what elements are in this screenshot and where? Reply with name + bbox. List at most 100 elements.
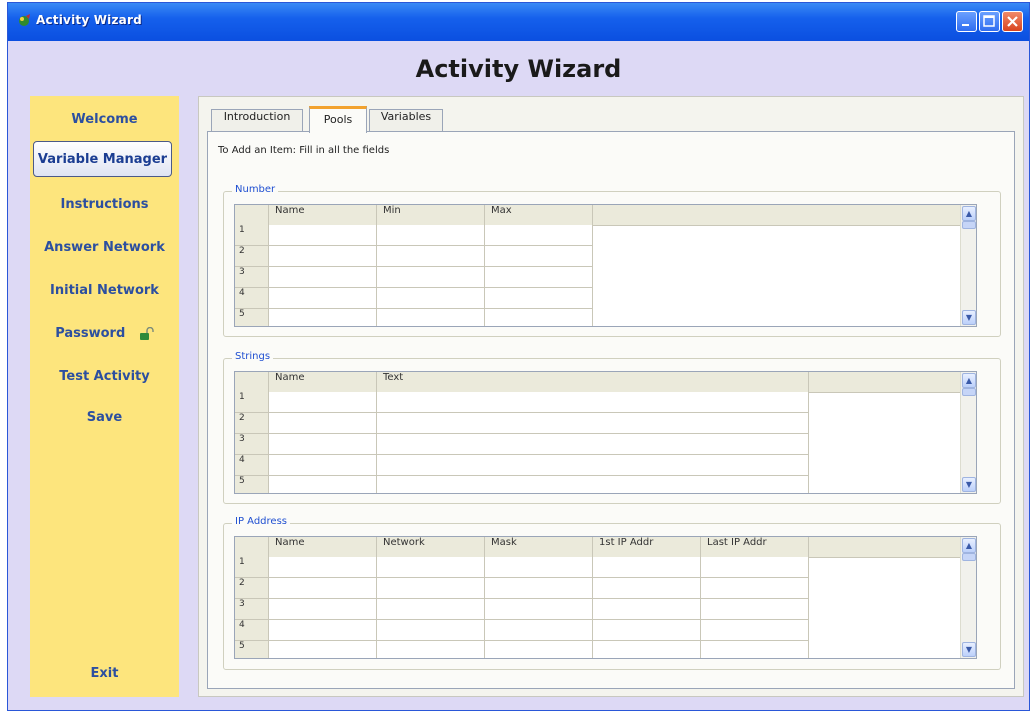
table-cell[interactable]	[485, 620, 593, 641]
table-cell[interactable]	[377, 455, 809, 476]
column-header[interactable]: Text	[377, 372, 809, 392]
column-header[interactable]: Network	[377, 537, 485, 557]
scroll-down-button[interactable]: ▼	[962, 310, 976, 325]
table-cell[interactable]	[377, 641, 485, 658]
table-cell[interactable]	[269, 434, 377, 455]
table-cell[interactable]	[269, 413, 377, 434]
table-cell[interactable]	[269, 476, 377, 493]
row-header[interactable]: 4	[235, 455, 269, 476]
table-cell[interactable]	[269, 225, 377, 246]
table-cell[interactable]	[269, 620, 377, 641]
scroll-up-button[interactable]: ▲	[962, 538, 976, 553]
row-header[interactable]: 4	[235, 288, 269, 309]
table-cell[interactable]	[701, 641, 809, 658]
table-cell[interactable]	[701, 599, 809, 620]
nav-welcome[interactable]: Welcome	[30, 112, 179, 127]
table-cell[interactable]	[269, 599, 377, 620]
minimize-button[interactable]	[956, 11, 977, 32]
table-cell[interactable]	[485, 599, 593, 620]
table-cell[interactable]	[377, 413, 809, 434]
table-cell[interactable]	[269, 246, 377, 267]
row-header[interactable]: 4	[235, 620, 269, 641]
column-header[interactable]: Min	[377, 205, 485, 225]
table-cell[interactable]	[377, 246, 485, 267]
table-cell[interactable]	[377, 309, 485, 326]
maximize-button[interactable]	[979, 11, 1000, 32]
table-cell[interactable]	[701, 620, 809, 641]
row-header[interactable]: 2	[235, 578, 269, 599]
column-header[interactable]: Max	[485, 205, 593, 225]
nav-instructions[interactable]: Instructions	[30, 197, 179, 212]
table-cell[interactable]	[377, 288, 485, 309]
column-header[interactable]: Last IP Addr	[701, 537, 809, 557]
vertical-scrollbar[interactable]: ▲ ▼	[960, 205, 976, 326]
table-cell[interactable]	[269, 557, 377, 578]
table-cell[interactable]	[485, 557, 593, 578]
nav-variable-manager[interactable]: Variable Manager	[33, 141, 172, 177]
table-cell[interactable]	[269, 641, 377, 658]
row-header[interactable]: 1	[235, 392, 269, 413]
table-cell[interactable]	[701, 557, 809, 578]
nav-save[interactable]: Save	[30, 410, 179, 425]
ip-address-table[interactable]: Name Network Mask 1st IP Addr Last IP Ad…	[234, 536, 977, 659]
scroll-thumb[interactable]	[962, 221, 976, 229]
row-header[interactable]: 1	[235, 225, 269, 246]
table-cell[interactable]	[269, 455, 377, 476]
table-cell[interactable]	[269, 288, 377, 309]
table-cell[interactable]	[485, 641, 593, 658]
table-cell[interactable]	[485, 288, 593, 309]
row-header[interactable]: 3	[235, 267, 269, 288]
vertical-scrollbar[interactable]: ▲ ▼	[960, 372, 976, 493]
row-header[interactable]: 2	[235, 246, 269, 267]
table-cell[interactable]	[485, 246, 593, 267]
table-cell[interactable]	[377, 434, 809, 455]
table-cell[interactable]	[593, 578, 701, 599]
nav-answer-network[interactable]: Answer Network	[30, 240, 179, 255]
scroll-down-button[interactable]: ▼	[962, 477, 976, 492]
table-cell[interactable]	[485, 578, 593, 599]
row-header[interactable]: 5	[235, 641, 269, 658]
table-cell[interactable]	[485, 225, 593, 246]
column-header[interactable]: Name	[269, 372, 377, 392]
table-cell[interactable]	[377, 578, 485, 599]
scroll-up-button[interactable]: ▲	[962, 206, 976, 221]
table-cell[interactable]	[269, 392, 377, 413]
row-header[interactable]: 2	[235, 413, 269, 434]
table-cell[interactable]	[593, 620, 701, 641]
row-header[interactable]: 5	[235, 476, 269, 493]
scroll-up-button[interactable]: ▲	[962, 373, 976, 388]
table-cell[interactable]	[269, 309, 377, 326]
table-cell[interactable]	[593, 557, 701, 578]
table-cell[interactable]	[269, 578, 377, 599]
nav-initial-network[interactable]: Initial Network	[30, 283, 179, 298]
column-header[interactable]: Mask	[485, 537, 593, 557]
row-header[interactable]: 1	[235, 557, 269, 578]
row-header[interactable]: 3	[235, 599, 269, 620]
table-cell[interactable]	[701, 578, 809, 599]
table-cell[interactable]	[377, 476, 809, 493]
table-cell[interactable]	[485, 267, 593, 288]
nav-test-activity[interactable]: Test Activity	[30, 369, 179, 384]
table-cell[interactable]	[377, 557, 485, 578]
tab-pools[interactable]: Pools	[309, 106, 367, 133]
row-header[interactable]: 3	[235, 434, 269, 455]
scroll-thumb[interactable]	[962, 553, 976, 561]
table-cell[interactable]	[377, 225, 485, 246]
scroll-thumb[interactable]	[962, 388, 976, 396]
column-header[interactable]: Name	[269, 537, 377, 557]
table-cell[interactable]	[377, 599, 485, 620]
nav-password[interactable]: Password	[30, 326, 179, 341]
column-header[interactable]: Name	[269, 205, 377, 225]
vertical-scrollbar[interactable]: ▲ ▼	[960, 537, 976, 658]
table-cell[interactable]	[377, 392, 809, 413]
tab-introduction[interactable]: Introduction	[211, 109, 303, 132]
tab-variables[interactable]: Variables	[369, 109, 443, 132]
strings-table[interactable]: Name Text 1 2 3 4 5 ▲ ▼	[234, 371, 977, 494]
table-cell[interactable]	[377, 267, 485, 288]
title-bar[interactable]: Activity Wizard	[8, 3, 1029, 41]
table-cell[interactable]	[593, 641, 701, 658]
row-header[interactable]: 5	[235, 309, 269, 326]
table-cell[interactable]	[485, 309, 593, 326]
table-cell[interactable]	[593, 599, 701, 620]
nav-exit[interactable]: Exit	[30, 666, 179, 681]
